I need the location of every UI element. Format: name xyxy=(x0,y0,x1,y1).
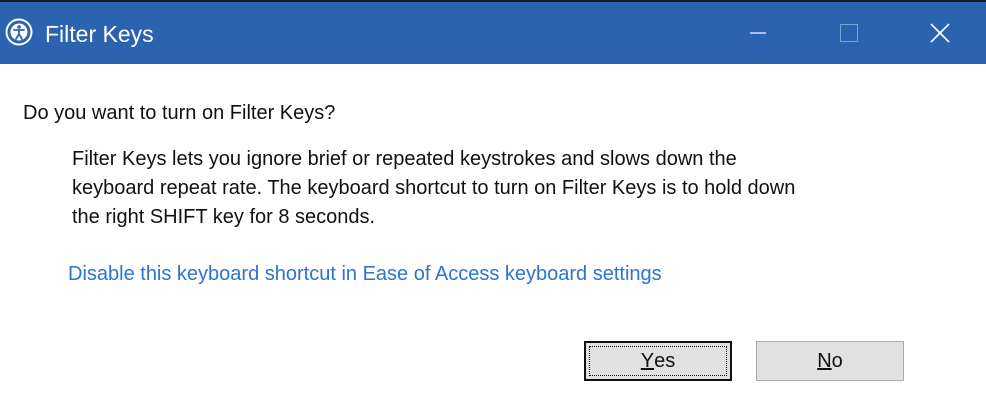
dialog-description: Filter Keys lets you ignore brief or rep… xyxy=(72,145,972,232)
title-bar[interactable]: Filter Keys xyxy=(0,2,986,64)
close-button[interactable] xyxy=(894,2,986,64)
dialog-question: Do you want to turn on Filter Keys? xyxy=(23,102,336,124)
filter-keys-dialog: Filter Keys Do you want to turn on Filte… xyxy=(0,0,986,412)
minimize-icon xyxy=(750,32,766,34)
window-title: Filter Keys xyxy=(45,21,154,47)
description-line: the right SHIFT key for 8 seconds. xyxy=(72,206,376,228)
ease-of-access-icon xyxy=(5,18,33,46)
maximize-button xyxy=(803,2,895,64)
description-line: keyboard repeat rate. The keyboard short… xyxy=(72,177,796,199)
no-button-label: o xyxy=(831,349,843,372)
description-line: Filter Keys lets you ignore brief or rep… xyxy=(72,148,737,170)
disable-shortcut-link[interactable]: Disable this keyboard shortcut in Ease o… xyxy=(68,261,662,287)
yes-button[interactable]: Yes xyxy=(584,341,732,381)
close-icon xyxy=(930,23,950,43)
focus-rectangle xyxy=(589,346,727,376)
no-button-mnemonic: N xyxy=(817,349,832,372)
no-button[interactable]: No xyxy=(756,341,904,381)
maximize-icon xyxy=(840,24,858,42)
minimize-button[interactable] xyxy=(712,2,804,64)
